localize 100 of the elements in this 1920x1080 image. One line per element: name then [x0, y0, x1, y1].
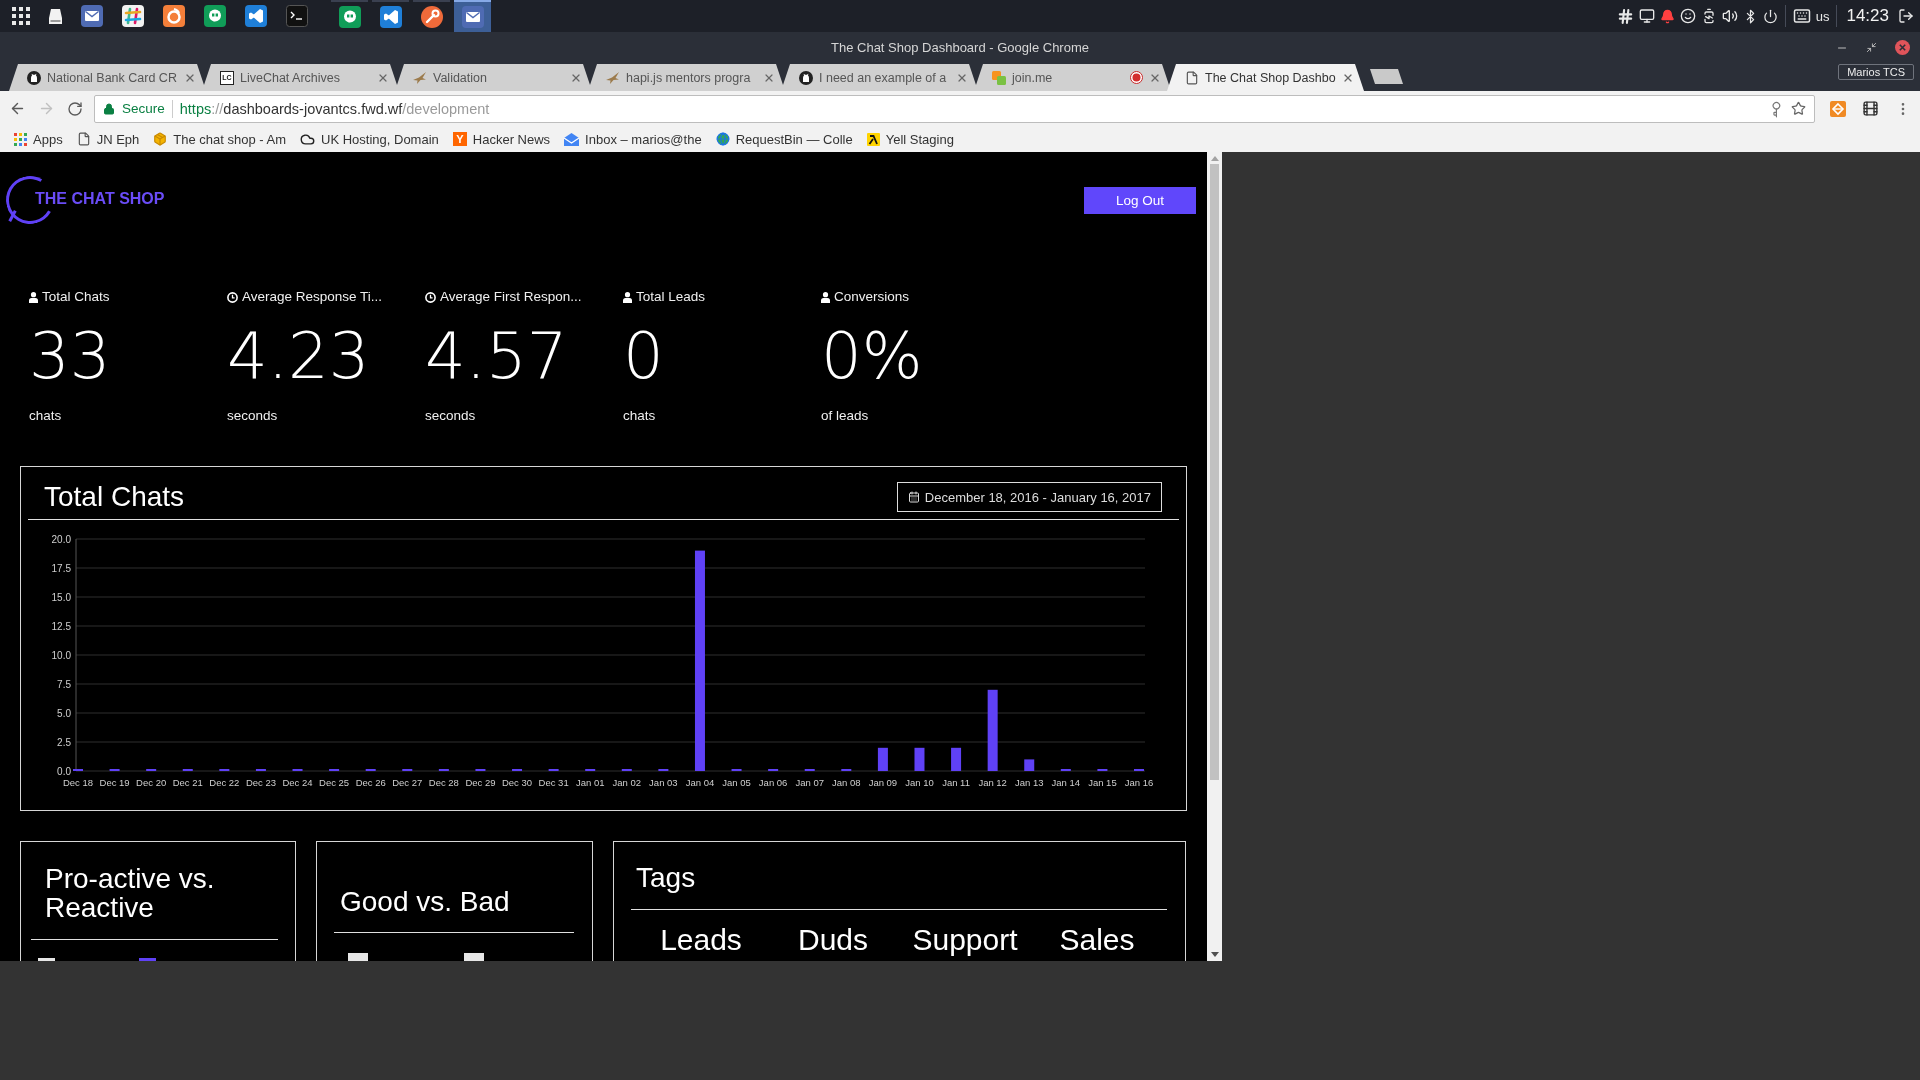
diamond-tile-icon[interactable]: [1830, 100, 1846, 117]
drive-icon[interactable]: [49, 8, 62, 24]
column-heading: Sales: [1058, 925, 1136, 955]
keyboard-layout[interactable]: us: [1815, 8, 1830, 24]
tab[interactable]: Validation: [395, 64, 592, 91]
scrollbar[interactable]: [1207, 152, 1222, 961]
monitor-icon[interactable]: [1638, 8, 1655, 24]
bookmark-link[interactable]: UK Hosting, Domain: [298, 131, 441, 147]
tab[interactable]: The Chat Shop Dashbo: [1167, 64, 1364, 91]
clock-icon: [227, 291, 238, 303]
calendar-icon: [907, 491, 920, 503]
logout-icon[interactable]: [1898, 8, 1914, 24]
taskbar-window-button[interactable]: [454, 0, 491, 32]
bookmark-link[interactable]: JN Eph: [74, 131, 142, 147]
panel-title: Tags: [636, 861, 697, 895]
bookmark-link[interactable]: RequestBin — Colle: [713, 131, 855, 147]
axis-tick-label: Jan 09: [868, 777, 898, 788]
column-heading: Leads: [659, 925, 743, 955]
axis-tick-label: Dec 20: [136, 777, 167, 788]
stat-value: 33: [29, 320, 111, 392]
axis-tick-label: Jan 16: [1124, 777, 1154, 788]
close-icon[interactable]: [1895, 40, 1910, 55]
stat-unit: of leads: [821, 408, 869, 424]
power-icon[interactable]: [1762, 8, 1778, 24]
axis-tick-label: 17.5: [51, 562, 71, 574]
axis-tick-label: 20.0: [51, 533, 71, 545]
axis-tick-label: Dec 22: [209, 777, 240, 788]
clock[interactable]: 14:23: [1846, 6, 1889, 26]
terminal-icon[interactable]: [286, 5, 308, 27]
tab[interactable]: I need an example of a: [781, 64, 978, 91]
reload-icon[interactable]: [67, 100, 83, 117]
bookmark-link[interactable]: Y Hacker News: [450, 131, 553, 147]
lock-icon: [103, 102, 115, 115]
hash-icon[interactable]: [1616, 7, 1634, 25]
bubble-app-icon[interactable]: [204, 5, 226, 27]
stat-unit: seconds: [227, 408, 278, 424]
logout-button[interactable]: Log Out: [1084, 187, 1196, 214]
window-title: The Chat Shop Dashboard - Google Chrome: [831, 40, 1089, 55]
axis-tick-label: Jan 11: [942, 777, 970, 788]
person-icon: [821, 291, 830, 303]
apps-menu-icon[interactable]: [12, 7, 30, 25]
stat-unit: seconds: [425, 408, 476, 424]
volume-icon[interactable]: [1721, 8, 1738, 24]
axis-tick-label: Dec 26: [355, 777, 386, 788]
smiley-icon[interactable]: [1679, 8, 1696, 24]
bird-icon: [606, 70, 620, 85]
keyboard-icon[interactable]: [1792, 7, 1811, 25]
chart-bar: [951, 747, 962, 771]
restore-icon[interactable]: [1866, 42, 1877, 53]
envelope-app-icon[interactable]: [81, 5, 103, 27]
axis-tick-label: Jan 08: [832, 777, 861, 788]
bookmark-link[interactable]: Apps: [12, 131, 65, 147]
axis-tick-label: 15.0: [51, 591, 71, 603]
axis-tick-label: Jan 02: [612, 777, 642, 788]
axis-tick-label: Dec 27: [392, 777, 423, 788]
stat-label: Average Response Ti...: [242, 289, 383, 305]
back-icon[interactable]: [9, 100, 26, 117]
ring-app-icon[interactable]: [163, 5, 185, 27]
panel-title: Good vs. Bad: [340, 885, 511, 919]
round-logo-icon: [799, 70, 813, 85]
panel-title: Total Chats: [44, 480, 185, 514]
stat-label: Conversions: [834, 289, 910, 305]
tab[interactable]: hapi.js mentors progra: [588, 64, 785, 91]
page-icon: [1185, 70, 1199, 85]
ribbon-app-icon[interactable]: [245, 5, 267, 27]
stat-label: Total Chats: [42, 289, 110, 305]
axis-tick-label: Jan 05: [722, 777, 751, 788]
new-tab-button[interactable]: [1370, 69, 1403, 84]
person-icon: [623, 291, 632, 303]
address-bar[interactable]: Secure https://dashboards-jovantcs.fwd.wf/development: [94, 94, 1815, 123]
axis-tick-label: Dec 23: [245, 777, 276, 788]
bookmark-link[interactable]: Inbox – marios@the: [562, 131, 704, 147]
bubble-app-icon: [338, 6, 361, 28]
axis-tick-label: 5.0: [57, 707, 71, 719]
chart-bar: [1024, 759, 1035, 771]
bell-icon[interactable]: [1659, 8, 1675, 24]
axis-tick-label: 10.0: [51, 649, 71, 661]
axis-tick-label: 0.0: [57, 765, 71, 777]
bookmark-link[interactable]: The chat shop - Am: [151, 131, 288, 147]
hash-app-icon[interactable]: [122, 5, 144, 27]
axis-tick-label: Dec 19: [99, 777, 130, 788]
chart-bar: [877, 747, 888, 771]
panel-title: Pro-active vs. Reactive: [45, 864, 216, 922]
bookmark-link[interactable]: Yell Staging: [864, 131, 956, 147]
axis-tick-label: Jan 03: [649, 777, 678, 788]
axis-tick-label: Dec 21: [172, 777, 203, 788]
tab[interactable]: National Bank Card CR: [9, 64, 206, 91]
profile-button[interactable]: Marios TCS: [1838, 64, 1914, 80]
stat-unit: chats: [623, 408, 656, 424]
envelope-icon: [564, 132, 580, 146]
squares-icon: [992, 70, 1006, 85]
date-range-button[interactable]: December 18, 2016 - January 16, 2017: [896, 482, 1162, 512]
stat-value: 0: [623, 320, 664, 392]
axis-tick-label: Jan 06: [758, 777, 788, 788]
stat-value: 4.57: [425, 320, 568, 392]
film-icon[interactable]: [1862, 100, 1879, 117]
axis-tick-label: Jan 10: [905, 777, 934, 788]
bookmark-star-icon[interactable]: [1791, 101, 1806, 116]
tab[interactable]: join.me: [974, 64, 1171, 91]
round-logo-icon: [27, 70, 41, 85]
